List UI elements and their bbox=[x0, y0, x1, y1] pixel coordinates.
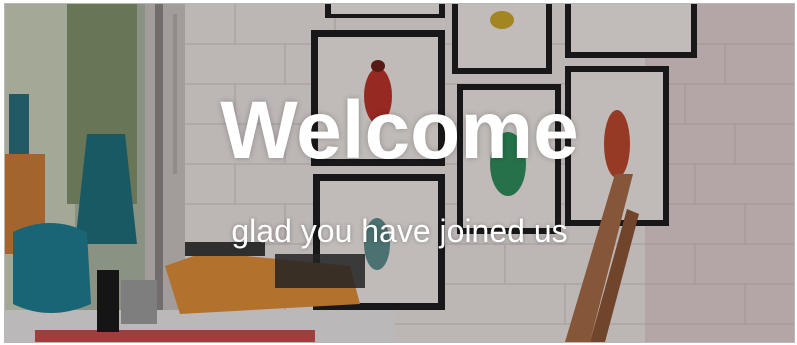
hero-banner: Welcome glad you have joined us bbox=[4, 3, 795, 343]
hero-background-image bbox=[5, 4, 794, 342]
